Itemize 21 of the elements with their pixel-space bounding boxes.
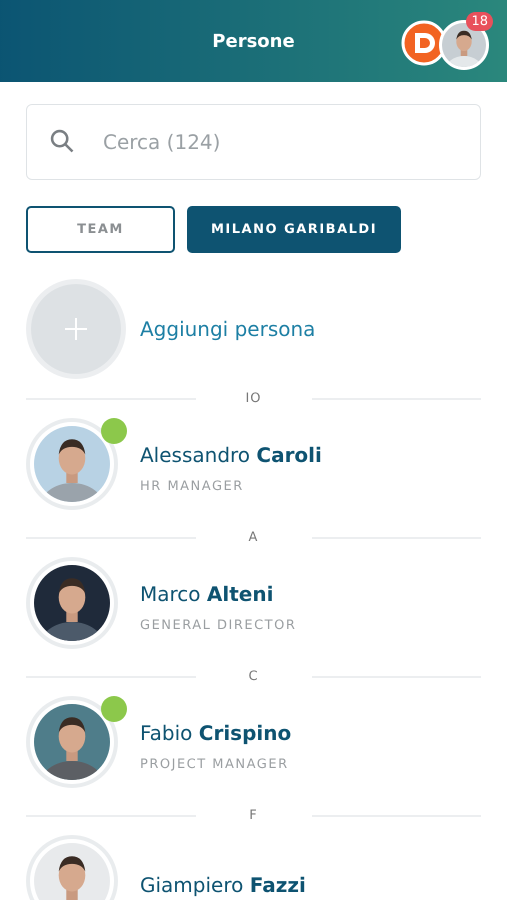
add-person-label[interactable]: Aggiungi persona [140, 317, 316, 341]
section-letter: IO [244, 391, 263, 406]
person-role: HR MANAGER [140, 478, 245, 494]
person-name[interactable]: Giampiero Fazzi [140, 873, 306, 897]
online-dot [101, 418, 127, 444]
search-field[interactable]: Cerca (124) [26, 104, 481, 180]
section-letter: F [248, 808, 259, 823]
online-dot [101, 696, 127, 722]
person-role: GENERAL DIRECTOR [140, 618, 296, 632]
person-name[interactable]: Fabio Crispino [140, 720, 292, 744]
plus-icon [64, 317, 88, 341]
section-letter: C [247, 669, 260, 684]
notification-badge: 18 [466, 12, 493, 31]
search-icon [48, 127, 76, 155]
person-name[interactable]: Marco Alteni [140, 582, 296, 606]
page-title: Persone [212, 30, 295, 52]
person-avatar[interactable] [26, 835, 118, 900]
section-letter: A [248, 530, 260, 545]
person-name[interactable]: Alessandro Caroli [140, 442, 322, 466]
filter-tab[interactable]: MILANO GARIBALDI [187, 206, 402, 253]
person-role: PROJECT MANAGER [140, 756, 290, 772]
